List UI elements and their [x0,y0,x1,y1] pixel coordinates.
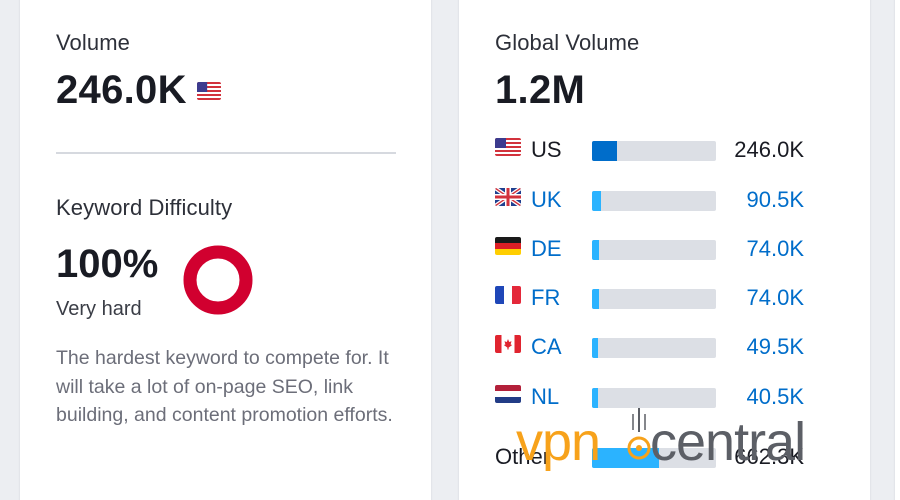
volume-label: Volume [56,30,130,55]
keyword-difficulty-label: Keyword Difficulty [56,195,233,220]
country-row-other: Other 662.3K [495,442,840,472]
volume-share-bar [592,141,716,161]
country-code[interactable]: NL [531,382,559,412]
country-volume-value[interactable]: 74.0K [747,283,805,313]
ca-flag-icon [495,335,521,353]
volume-share-bar [592,388,716,408]
volume-value-row: 246.0K [56,68,221,113]
us-flag-icon [196,81,221,100]
country-volume-value[interactable]: 90.5K [747,185,805,215]
country-code[interactable]: FR [531,283,560,313]
volume-share-bar [592,289,716,309]
volume-share-bar [592,191,716,211]
section-divider [56,152,396,154]
us-flag-icon [495,138,521,156]
country-code[interactable]: UK [531,185,562,215]
keyword-difficulty-percent: 100% [56,242,159,286]
nl-flag-icon [495,385,521,403]
country-volume-value: 662.3K [734,444,804,469]
country-row-us: US 246.0K [495,135,840,165]
global-volume-card: Global Volume 1.2M US 246.0K UK 90.5K DE 74.0… [459,0,870,500]
keyword-difficulty-description: The hardest keyword to compete for. It w… [56,347,393,426]
country-volume-value[interactable]: 74.0K [747,234,805,264]
country-volume-value[interactable]: 49.5K [747,332,805,362]
country-code: Other [495,444,551,469]
fr-flag-icon [495,286,521,304]
volume-share-bar [592,338,716,358]
volume-share-bar [592,448,716,468]
de-flag-icon [495,237,521,255]
country-row-nl[interactable]: NL 40.5K [495,382,840,412]
country-code[interactable]: DE [531,234,562,264]
next-card-edge [895,0,900,500]
country-volume-value: 246.0K [734,137,804,162]
difficulty-ring-icon [183,245,253,315]
country-row-fr[interactable]: FR 74.0K [495,283,840,313]
volume-share-bar-fill [592,448,659,468]
volume-value: 246.0K [56,68,187,112]
difficulty-ring-arc [183,245,253,315]
uk-flag-icon [495,188,521,206]
country-row-de[interactable]: DE 74.0K [495,234,840,264]
volume-share-bar-fill [592,338,599,358]
global-volume-value: 1.2M [495,68,586,112]
volume-share-bar-fill [592,289,600,309]
keyword-difficulty-level: Very hard [56,298,142,320]
volume-share-bar-fill [592,240,600,260]
volume-share-bar-fill [592,388,599,408]
country-code: US [531,137,562,162]
country-volume-value[interactable]: 40.5K [747,382,805,412]
country-row-ca[interactable]: CA 49.5K [495,332,840,362]
country-code[interactable]: CA [531,332,562,362]
volume-card: Volume 246.0K Keyword Difficulty 100% Ve… [20,0,431,500]
volume-share-bar-fill [592,141,617,161]
volume-share-bar-fill [592,191,602,211]
country-row-uk[interactable]: UK 90.5K [495,185,840,215]
global-volume-label: Global Volume [495,30,640,55]
volume-share-bar [592,240,716,260]
